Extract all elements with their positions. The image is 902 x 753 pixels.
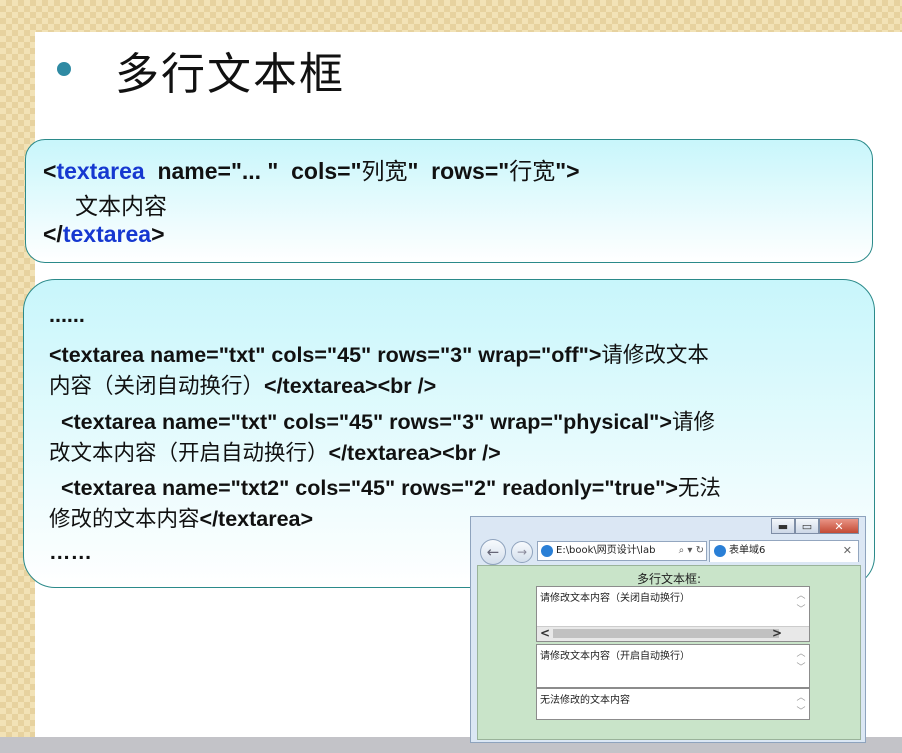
address-bar[interactable]: E:\book\网页设计\lab ⌕ ▾ ↻ bbox=[537, 541, 707, 561]
example-line-readonly: <textarea name="txt2" cols="45" rows="2"… bbox=[49, 471, 721, 502]
cn-text: 请修改文本 bbox=[601, 343, 709, 368]
address-text: E:\book\网页设计\lab bbox=[556, 545, 656, 556]
example-ellipsis-top: ...... bbox=[49, 303, 85, 327]
tab-title: 表单域6 bbox=[729, 545, 766, 556]
rows-attr: " rows=" bbox=[407, 158, 510, 184]
name-attr: name="... " cols=" bbox=[144, 158, 362, 184]
bullet-icon bbox=[57, 62, 71, 76]
scroll-up-icon[interactable]: ︿ bbox=[795, 691, 807, 705]
code-text: </textarea><br /> bbox=[328, 441, 501, 465]
browser-viewport: 多行文本框: 请修改文本内容（关闭自动换行） ︿ ﹀ < > 请修改文本内容（开启… bbox=[477, 565, 861, 740]
scroll-up-icon[interactable]: ︿ bbox=[795, 589, 807, 603]
vertical-scrollbar[interactable]: ︿ ﹀ bbox=[795, 647, 807, 675]
example-line-wrap-off: <textarea name="txt" cols="45" rows="3" … bbox=[49, 338, 709, 369]
form-legend: 多行文本框: bbox=[636, 572, 702, 586]
browser-window: ▬ ▭ ✕ ← → E:\book\网页设计\lab ⌕ ▾ ↻ 表单域6 ✕ … bbox=[470, 516, 866, 743]
example-line-wrap-physical-cont: 改文本内容（开启自动换行）</textarea><br /> bbox=[49, 436, 501, 467]
maximize-button[interactable]: ▭ bbox=[795, 518, 819, 534]
code-text: <textarea name="txt" cols="45" rows="3" … bbox=[49, 343, 602, 367]
cn-text: 改文本内容（开启自动换行） bbox=[49, 441, 329, 466]
close-bracket: "> bbox=[555, 158, 580, 184]
textarea-readonly[interactable]: 无法修改的文本内容 ︿ ﹀ bbox=[536, 688, 810, 720]
search-refresh-icons[interactable]: ⌕ ▾ ↻ bbox=[679, 542, 704, 560]
scroll-thumb[interactable] bbox=[553, 629, 779, 638]
scroll-left-icon[interactable]: < bbox=[540, 626, 550, 640]
syntax-content: 文本内容 bbox=[75, 194, 167, 220]
code-text: </textarea><br /> bbox=[264, 374, 437, 398]
cn-text: 内容（关闭自动换行） bbox=[49, 374, 265, 399]
minimize-button[interactable]: ▬ bbox=[771, 518, 795, 534]
textarea-text: 请修改文本内容（关闭自动换行） bbox=[540, 593, 690, 604]
rows-value: 行宽 bbox=[509, 159, 556, 185]
scroll-right-icon[interactable]: > bbox=[772, 626, 782, 640]
scroll-down-icon[interactable]: ﹀ bbox=[795, 603, 807, 617]
close-end-bracket: > bbox=[151, 221, 165, 247]
textarea-wrap-off[interactable]: 请修改文本内容（关闭自动换行） ︿ ﹀ < > bbox=[536, 586, 810, 642]
example-ellipsis-bottom: …… bbox=[49, 540, 92, 564]
vertical-scrollbar[interactable]: ︿ ﹀ bbox=[795, 589, 807, 617]
horizontal-scrollbar[interactable]: < > bbox=[537, 626, 809, 641]
ie-icon bbox=[714, 545, 726, 557]
scroll-down-icon[interactable]: ﹀ bbox=[795, 661, 807, 675]
slide-title: 多行文本框 bbox=[115, 49, 345, 100]
example-line-wrap-physical: <textarea name="txt" cols="45" rows="3" … bbox=[49, 405, 715, 436]
example-line-readonly-cont: 修改的文本内容</textarea> bbox=[49, 502, 313, 533]
back-button[interactable]: ← bbox=[480, 539, 506, 565]
scroll-up-icon[interactable]: ︿ bbox=[795, 647, 807, 661]
textarea-keyword: textarea bbox=[56, 158, 145, 184]
code-text: </textarea> bbox=[199, 507, 314, 531]
tab-form-field-6[interactable]: 表单域6 ✕ bbox=[709, 540, 859, 562]
syntax-open-tag: <textarea name="... " cols="列宽" rows="行宽… bbox=[43, 152, 580, 186]
cols-value: 列宽 bbox=[361, 159, 408, 185]
forward-button[interactable]: → bbox=[511, 541, 533, 563]
textarea-text: 请修改文本内容（开启自动换行） bbox=[540, 651, 690, 662]
window-controls: ▬ ▭ ✕ bbox=[771, 518, 859, 534]
cn-text: 请修 bbox=[671, 410, 715, 435]
scroll-down-icon[interactable]: ﹀ bbox=[795, 705, 807, 719]
vertical-scrollbar[interactable]: ︿ ﹀ bbox=[795, 691, 807, 719]
code-text: <textarea name="txt" cols="45" rows="3" … bbox=[49, 410, 672, 434]
open-bracket: < bbox=[43, 158, 57, 184]
close-open-bracket: </ bbox=[43, 221, 63, 247]
cn-text: 修改的文本内容 bbox=[49, 507, 200, 532]
textarea-wrap-physical[interactable]: 请修改文本内容（开启自动换行） ︿ ﹀ bbox=[536, 644, 810, 688]
textarea-text: 无法修改的文本内容 bbox=[540, 695, 630, 706]
syntax-close-tag: </textarea> bbox=[43, 221, 165, 248]
cn-text: 无法 bbox=[677, 476, 721, 501]
ie-icon bbox=[541, 545, 553, 557]
example-line-wrap-off-cont: 内容（关闭自动换行）</textarea><br /> bbox=[49, 369, 436, 400]
close-button[interactable]: ✕ bbox=[819, 518, 859, 534]
textarea-close-keyword: textarea bbox=[62, 221, 152, 247]
code-text: <textarea name="txt2" cols="45" rows="2"… bbox=[49, 476, 678, 500]
tab-close-icon[interactable]: ✕ bbox=[843, 541, 852, 561]
